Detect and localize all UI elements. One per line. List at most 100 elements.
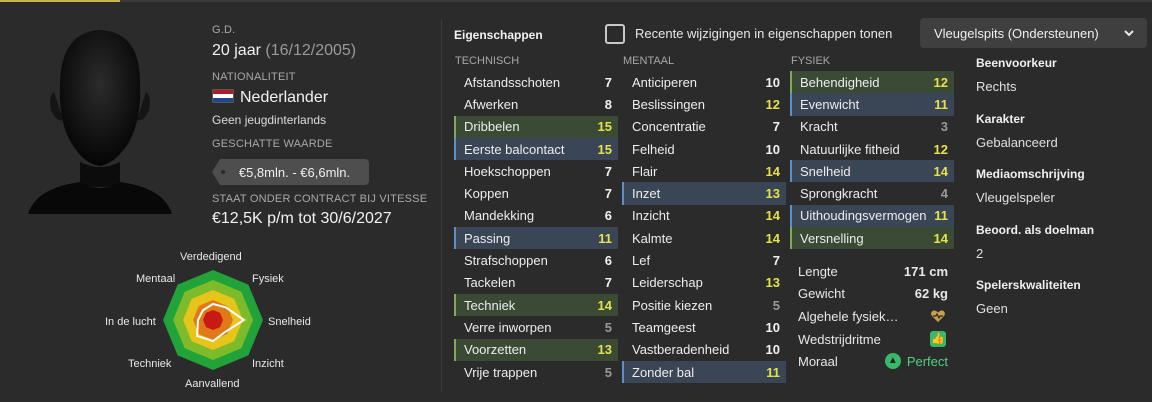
attribute-row-strafschoppen[interactable]: Strafschoppen 6: [454, 249, 618, 271]
physical-column: FYSIEK Behendigheid 12 Evenwicht 11 Kracht 3 N…: [790, 54, 954, 250]
attribute-name: Snelheid: [800, 163, 851, 179]
attribute-name: Natuurlijke fitheid: [800, 141, 900, 157]
attribute-value: 5: [772, 297, 780, 313]
attribute-row-inzet[interactable]: Inzet 13: [622, 182, 786, 205]
attribute-value: 10: [765, 319, 780, 335]
attribute-value: 8: [604, 96, 612, 112]
attribute-row-leiderschap[interactable]: Leiderschap 13: [622, 272, 786, 294]
fitness-row[interactable]: Algehele fysieke conditie: [790, 305, 954, 328]
attribute-value: 13: [597, 342, 612, 358]
preferred-foot-value: Rechts: [976, 79, 1017, 94]
attribute-value: 14: [765, 163, 780, 179]
attribute-row-kracht[interactable]: Kracht 3: [790, 116, 954, 138]
attribute-row-teamgeest[interactable]: Teamgeest 10: [622, 316, 786, 338]
attribute-row-zonder-bal[interactable]: Zonder bal 11: [622, 360, 786, 384]
morale-indicator: ▲ Perfect: [884, 353, 948, 370]
attribute-row-dribbelen[interactable]: Dribbelen 15: [454, 115, 618, 138]
attribute-row-felheid[interactable]: Felheid 10: [622, 138, 786, 160]
attribute-value: 3: [940, 119, 948, 135]
attribute-row-techniek[interactable]: Techniek 14: [454, 293, 618, 317]
morale-row[interactable]: Moraal ▲ Perfect: [790, 350, 954, 373]
attribute-name: Eerste balcontact: [464, 141, 565, 157]
goalkeeper-rating-label: Beoord. als doelman: [976, 222, 1095, 237]
attribute-row-kalmte[interactable]: Kalmte 14: [622, 227, 786, 249]
nationality-line[interactable]: Nederlander: [212, 89, 432, 109]
attribute-name: Kalmte: [632, 230, 673, 246]
attribute-name: Dribbelen: [464, 119, 520, 135]
estimated-value-tag[interactable]: €5,8mln. - €6,6mln.: [212, 159, 369, 185]
attribute-name: Afstandsschoten: [464, 74, 561, 90]
radar-label-fysiek: Fysiek: [252, 273, 284, 285]
physical-info: Lengte 171 cm Gewicht 62 kg Algehele fys…: [790, 260, 954, 373]
attribute-name: Uithoudingsvermogen: [800, 208, 927, 224]
attribute-name: Versnelling: [800, 230, 864, 246]
attribute-row-evenwicht[interactable]: Evenwicht 11: [790, 93, 954, 116]
attribute-name: Kracht: [800, 119, 838, 135]
top-accent: [0, 0, 120, 2]
birthdate: (16/12/2005): [265, 42, 357, 59]
goalkeeper-rating-value: 2: [976, 245, 984, 261]
thumbs-up-icon: 👍: [930, 330, 946, 347]
attribute-row-tackelen[interactable]: Tackelen 7: [454, 272, 618, 294]
attribute-row-vastberadenheid[interactable]: Vastberadenheid 10: [622, 339, 786, 361]
attribute-row-behendigheid[interactable]: Behendigheid 12: [790, 71, 954, 94]
attribute-name: Evenwicht: [800, 96, 860, 112]
attribute-row-afstandsschoten[interactable]: Afstandsschoten 7: [454, 71, 618, 93]
arrow-up-icon: ▲: [884, 353, 901, 370]
attribute-row-anticiperen[interactable]: Anticiperen 10: [622, 71, 786, 93]
attribute-name: Sprongkracht: [800, 186, 878, 202]
attribute-row-hoekschoppen[interactable]: Hoekschoppen 7: [454, 160, 618, 182]
nationality[interactable]: Nederlander: [240, 89, 328, 106]
attribute-value: 10: [765, 141, 780, 157]
attribute-name: Vrije trappen: [464, 364, 538, 380]
match-sharpness-row[interactable]: Wedstrijdritme 👍: [790, 328, 954, 351]
contract-label: STAAT ONDER CONTRACT BIJ VITESSE: [212, 193, 428, 205]
attribute-value: 6: [604, 253, 612, 269]
attribute-row-koppen[interactable]: Koppen 7: [454, 182, 618, 204]
attribute-row-concentratie[interactable]: Concentratie 7: [622, 116, 786, 138]
attribute-row-uithoudingsvermogen[interactable]: Uithoudingsvermogen 11: [790, 204, 954, 228]
radar-label-snelheid: Snelheid: [268, 316, 311, 328]
attribute-name: Behendigheid: [800, 74, 880, 90]
weight-row: Gewicht 62 kg: [790, 283, 954, 306]
attribute-row-natuurlijke-fitheid[interactable]: Natuurlijke fitheid 12: [790, 138, 954, 160]
attribute-name: Flair: [632, 163, 658, 179]
radar-label-techniek: Techniek: [128, 358, 172, 370]
attribute-row-afwerken[interactable]: Afwerken 8: [454, 93, 618, 115]
attribute-row-verre-inworpen[interactable]: Verre inworpen 5: [454, 316, 618, 338]
role-dropdown[interactable]: Vleugelspits (Ondersteunen): [920, 18, 1147, 48]
attribute-name: Concentratie: [632, 119, 706, 135]
chevron-down-icon: [1123, 24, 1135, 45]
attribute-value: 4: [940, 186, 948, 202]
morale-value: Perfect: [906, 353, 948, 369]
attribute-value: 14: [933, 230, 948, 246]
attribute-row-vrije-trappen[interactable]: Vrije trappen 5: [454, 361, 618, 383]
attribute-value: 11: [934, 96, 948, 112]
radar-label-in-de-lucht: In de lucht: [105, 316, 156, 328]
personality-value[interactable]: Gebalanceerd: [976, 130, 1146, 168]
attribute-row-passing[interactable]: Passing 11: [454, 227, 618, 250]
mental-column: MENTAAL Anticiperen 10 Beslissingen 12 Conce…: [622, 54, 786, 384]
netherlands-flag-icon: [212, 89, 234, 103]
recent-changes-label[interactable]: Recente wijzigingen in eigenschappen ton…: [635, 26, 892, 41]
attribute-row-eerste-balcontact[interactable]: Eerste balcontact 15: [454, 137, 618, 161]
attribute-row-flair[interactable]: Flair 14: [622, 160, 786, 182]
attribute-value: 7: [604, 186, 612, 202]
radar-label-aanvallend: Aanvallend: [185, 378, 240, 390]
attribute-value: 7: [604, 163, 612, 179]
weight-value: 62 kg: [914, 286, 948, 302]
attribute-row-mandekking[interactable]: Mandekking 6: [454, 205, 618, 227]
attribute-row-sprongkracht[interactable]: Sprongkracht 4: [790, 182, 954, 204]
attribute-row-positie-kiezen[interactable]: Positie kiezen 5: [622, 294, 786, 316]
attribute-row-voorzetten[interactable]: Voorzetten 13: [454, 338, 618, 361]
attribute-row-beslissingen[interactable]: Beslissingen 12: [622, 93, 786, 115]
attribute-value: 14: [765, 208, 780, 224]
attribute-row-versnelling[interactable]: Versnelling 14: [790, 227, 954, 250]
attribute-row-snelheid[interactable]: Snelheid 14: [790, 160, 954, 183]
attribute-row-inzicht[interactable]: Inzicht 14: [622, 205, 786, 227]
attribute-row-lef[interactable]: Lef 7: [622, 249, 786, 271]
recent-changes-checkbox[interactable]: [605, 24, 625, 44]
attribute-value: 13: [765, 186, 780, 202]
attribute-name: Vastberadenheid: [632, 342, 730, 358]
attribute-value: 10: [765, 74, 780, 90]
